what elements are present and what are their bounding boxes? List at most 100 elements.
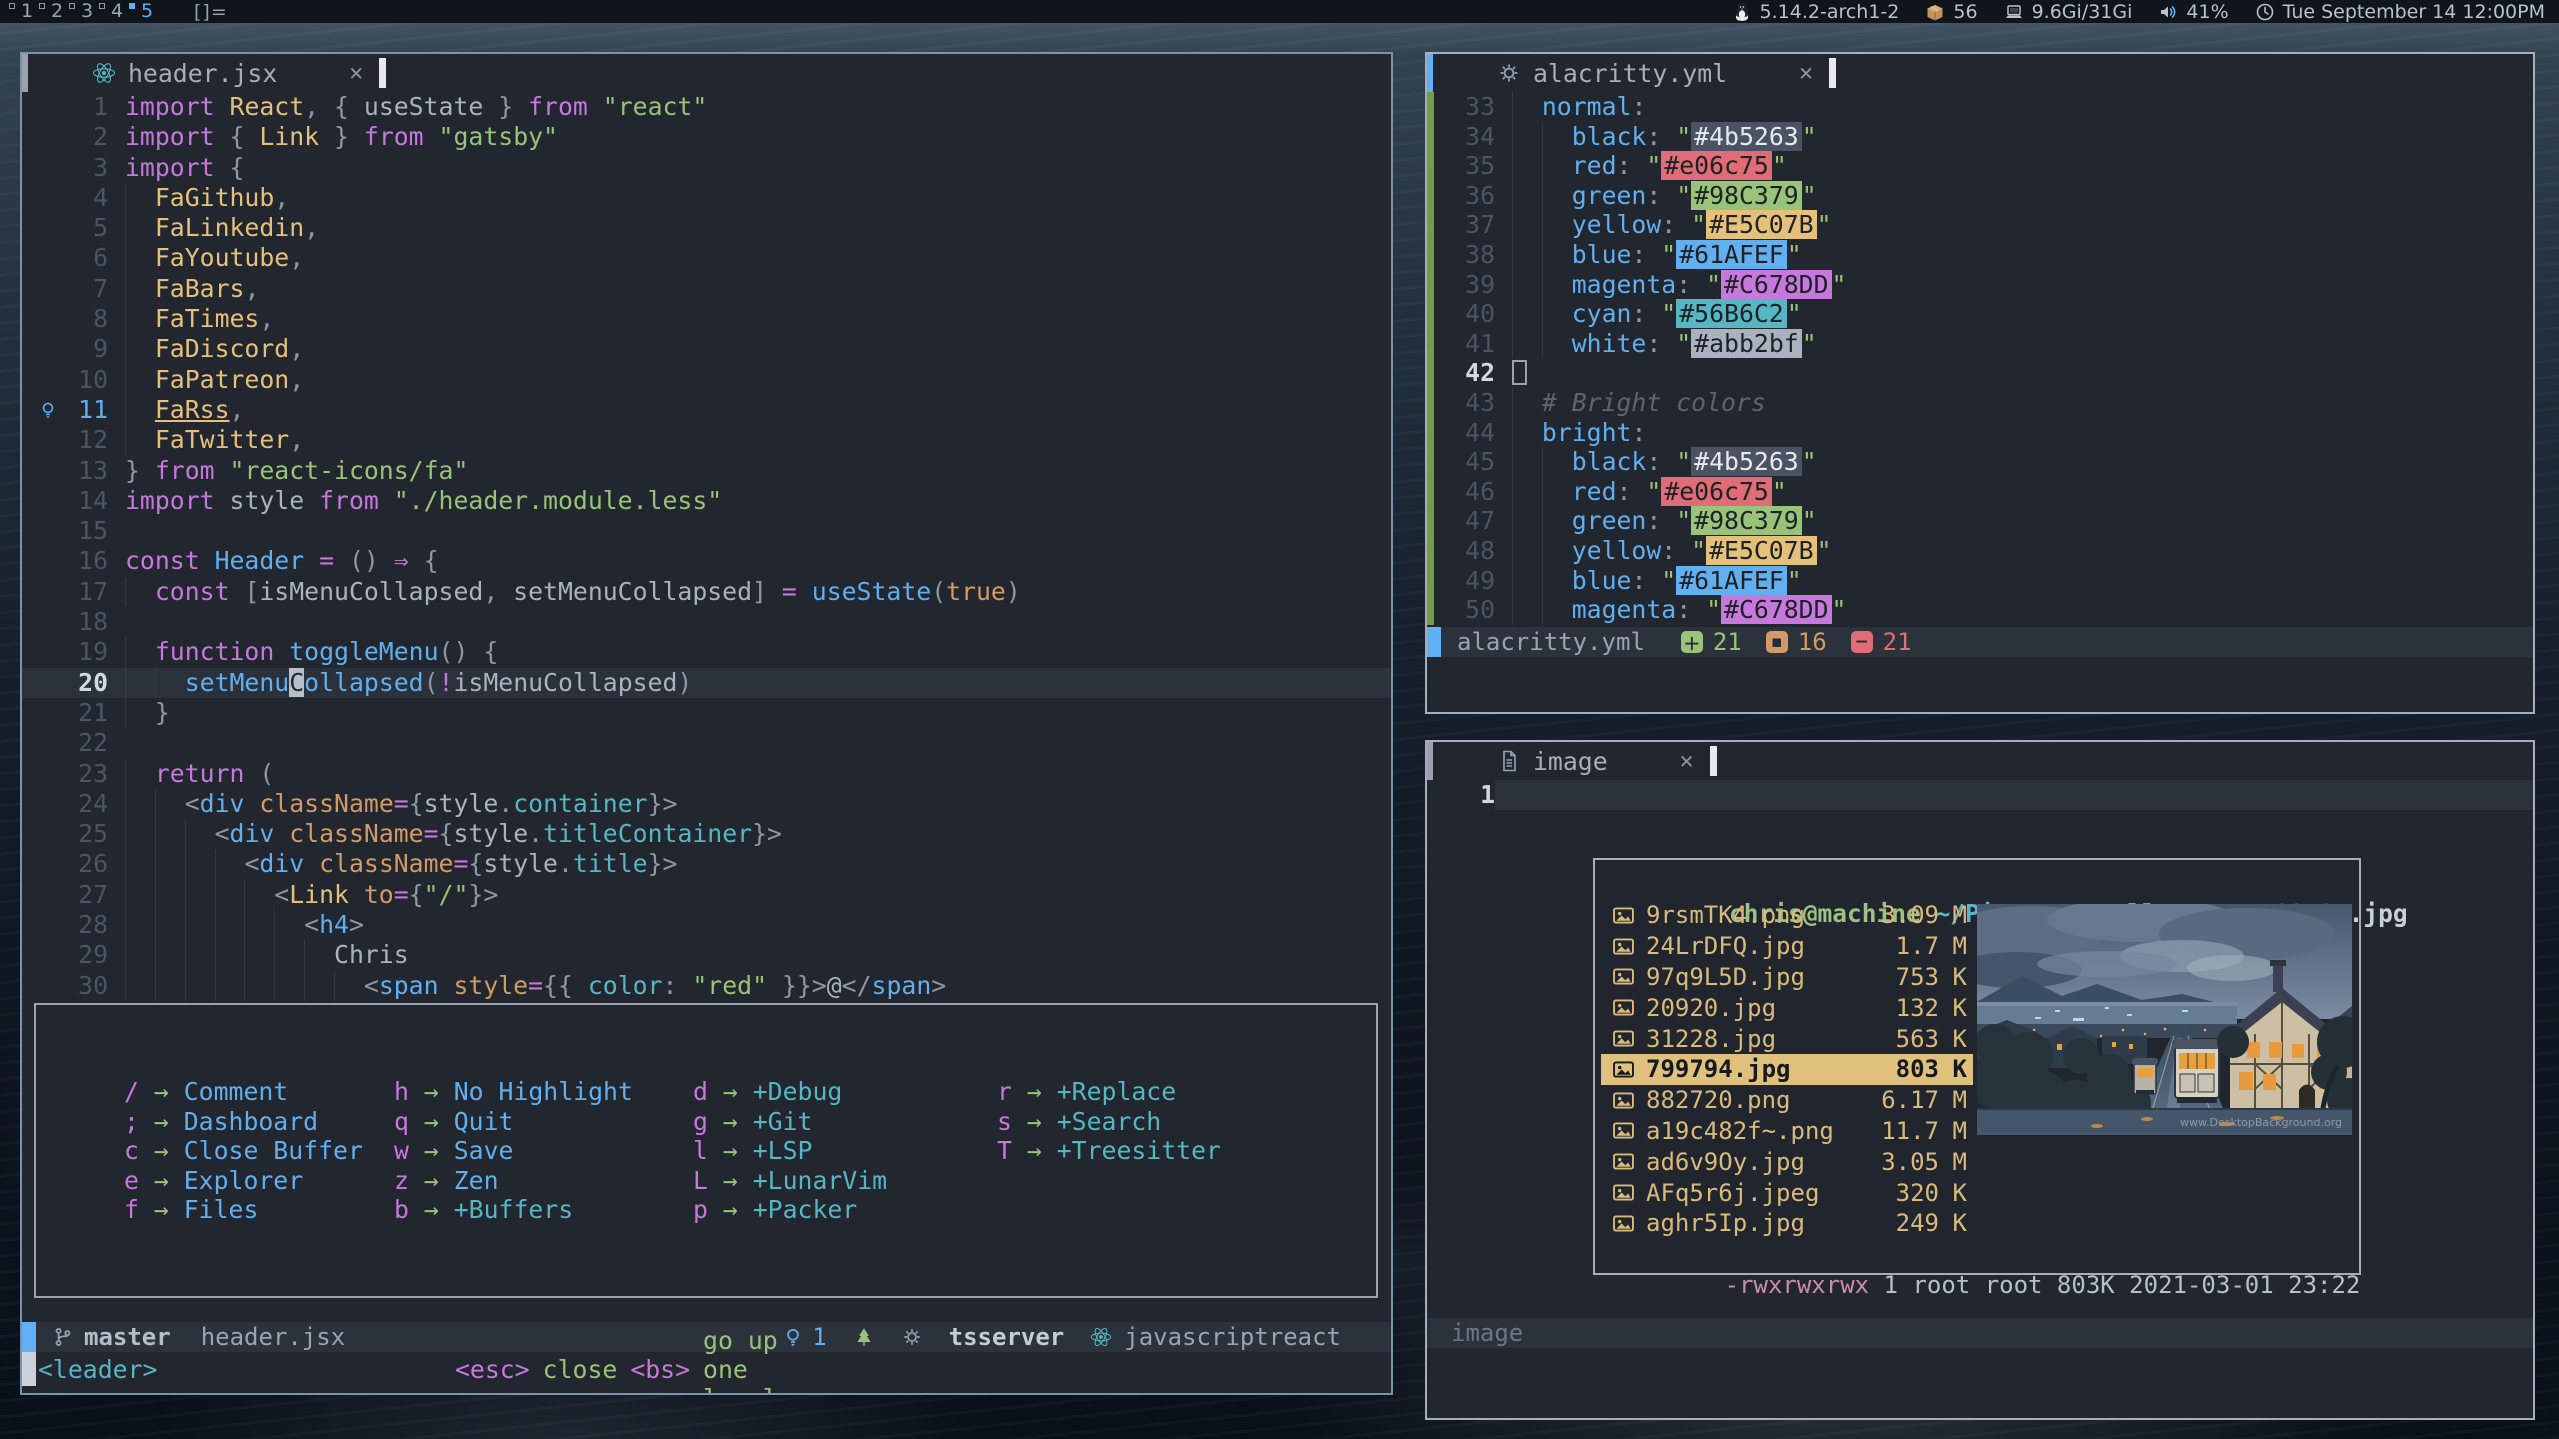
code-line[interactable]: 41white: "#abb2bf"	[1427, 329, 2533, 359]
whichkey-item[interactable]: g → +Git	[693, 1107, 997, 1137]
code-line[interactable]: 7FaBars,	[22, 274, 1391, 304]
editor-window-bottomright[interactable]: image ✕ 1 chris@machine ~/Pictures/wallp…	[1425, 740, 2535, 1420]
code-line[interactable]: 4FaGithub,	[22, 183, 1391, 213]
code-line[interactable]: 21}	[22, 698, 1391, 728]
tab-title[interactable]: alacritty.yml	[1533, 59, 1727, 88]
file-row[interactable]: AFq5r6j.jpeg320K	[1601, 1177, 1973, 1208]
code-line[interactable]: 35red: "#e06c75"	[1427, 151, 2533, 181]
whichkey-item[interactable]: s → +Search	[997, 1107, 1376, 1137]
whichkey-item[interactable]: l → +LSP	[693, 1136, 997, 1166]
whichkey-item[interactable]: w → Save	[394, 1136, 693, 1166]
code-line[interactable]: 3import {	[22, 153, 1391, 183]
close-icon[interactable]: ✕	[1799, 60, 1813, 86]
code-line[interactable]: 11FaRss,	[22, 395, 1391, 425]
code-line[interactable]: 30<span style={{ color: "red" }}>@</span…	[22, 971, 1391, 1001]
file-row[interactable]: aghr5Ip.jpg249K	[1601, 1208, 1973, 1239]
code-line[interactable]: 12FaTwitter,	[22, 425, 1391, 455]
whichkey-item[interactable]: h → No Highlight	[394, 1077, 693, 1107]
code-line[interactable]: 39magenta: "#C678DD"	[1427, 270, 2533, 300]
close-icon[interactable]: ✕	[1680, 748, 1694, 774]
code-line[interactable]: 42	[1427, 358, 2533, 388]
code-line[interactable]: 2import { Link } from "gatsby"	[22, 122, 1391, 152]
file-row[interactable]: 20920.jpg132K	[1601, 992, 1973, 1023]
code-line[interactable]: 18	[22, 607, 1391, 637]
file-row[interactable]: 799794.jpg803K	[1601, 1054, 1973, 1085]
whichkey-item[interactable]: / → Comment	[124, 1077, 394, 1107]
whichkey-item[interactable]: f → Files	[124, 1195, 394, 1225]
code-line[interactable]: 14import style from "./header.module.les…	[22, 486, 1391, 516]
code-line[interactable]: 34black: "#4b5263"	[1427, 122, 2533, 152]
whichkey-item[interactable]: r → +Replace	[997, 1077, 1376, 1107]
code-line[interactable]: 26<div className={style.title}>	[22, 849, 1391, 879]
workspace-button[interactable]: 3	[68, 0, 98, 23]
code-line[interactable]: 50magenta: "#C678DD"	[1427, 595, 2533, 625]
whichkey-item[interactable]: T → +Treesitter	[997, 1136, 1376, 1166]
code-line[interactable]: 10FaPatreon,	[22, 365, 1391, 395]
code-line[interactable]: 1import React, { useState } from "react"	[22, 92, 1391, 122]
whichkey-item[interactable]: p → +Packer	[693, 1195, 997, 1225]
whichkey-item[interactable]: b → +Buffers	[394, 1195, 693, 1225]
code-line[interactable]: 5FaLinkedin,	[22, 213, 1391, 243]
code-line[interactable]: 22	[22, 728, 1391, 758]
code-line[interactable]: 45black: "#4b5263"	[1427, 447, 2533, 477]
code-line[interactable]: 20setMenuCollapsed(!isMenuCollapsed)	[22, 668, 1391, 698]
sign-column	[1427, 418, 1437, 448]
file-row[interactable]: 9rsmTK4.png3.09M	[1601, 900, 1973, 931]
workspace-button[interactable]: 5	[128, 0, 158, 23]
workspace-indicator	[129, 3, 135, 9]
tab-title[interactable]: image	[1533, 747, 1608, 776]
code-line[interactable]: 38blue: "#61AFEF"	[1427, 240, 2533, 270]
code-line[interactable]: 15	[22, 516, 1391, 546]
code-line[interactable]: 27<Link to={"/"}>	[22, 880, 1391, 910]
whichkey-item[interactable]: z → Zen	[394, 1166, 693, 1196]
code-line[interactable]: 9FaDiscord,	[22, 334, 1391, 364]
file-row[interactable]: a19c482f~.png11.7M	[1601, 1116, 1973, 1147]
code-line[interactable]: 49blue: "#61AFEF"	[1427, 566, 2533, 596]
file-row[interactable]: 882720.png6.17M	[1601, 1085, 1973, 1116]
whichkey-item[interactable]: L → +LunarVim	[693, 1166, 997, 1196]
code-line[interactable]: 24<div className={style.container}>	[22, 789, 1391, 819]
editor-window-topright[interactable]: alacritty.yml ✕ 33normal:34black: "#4b52…	[1425, 52, 2535, 714]
code-area[interactable]: 1	[1427, 780, 2533, 810]
code-text: yellow: "#E5C07B"	[1495, 536, 2533, 566]
code-line[interactable]: 28<h4>	[22, 910, 1391, 940]
tab-title[interactable]: header.jsx	[128, 59, 277, 88]
file-row[interactable]: 31228.jpg563K	[1601, 1023, 1973, 1054]
code-line[interactable]: 23return (	[22, 759, 1391, 789]
code-line[interactable]: 48yellow: "#E5C07B"	[1427, 536, 2533, 566]
code-line[interactable]: 1	[1427, 780, 2533, 810]
code-line[interactable]: 16const Header = () ⇒ {	[22, 546, 1391, 576]
code-line[interactable]: 43# Bright colors	[1427, 388, 2533, 418]
code-line[interactable]: 37yellow: "#E5C07B"	[1427, 210, 2533, 240]
code-line[interactable]: 47green: "#98C379"	[1427, 506, 2533, 536]
workspace-button[interactable]: 1	[8, 0, 38, 23]
code-area[interactable]: 33normal:34black: "#4b5263"35red: "#e06c…	[1427, 92, 2533, 625]
file-row[interactable]: 24LrDFQ.jpg1.7M	[1601, 931, 1973, 962]
code-line[interactable]: 19function toggleMenu() {	[22, 637, 1391, 667]
workspace-button[interactable]: 4	[98, 0, 128, 23]
whichkey-item[interactable]: q → Quit	[394, 1107, 693, 1137]
close-icon[interactable]: ✕	[349, 60, 363, 86]
code-line[interactable]: 6FaYoutube,	[22, 243, 1391, 273]
code-line[interactable]: 33normal:	[1427, 92, 2533, 122]
code-line[interactable]: 8FaTimes,	[22, 304, 1391, 334]
code-line[interactable]: 46red: "#e06c75"	[1427, 477, 2533, 507]
file-row[interactable]: 97q9L5D.jpg753K	[1601, 962, 1973, 993]
workspace-button[interactable]: 2	[38, 0, 68, 23]
code-line[interactable]: 36green: "#98C379"	[1427, 181, 2533, 211]
code-line[interactable]: 44bright:	[1427, 418, 2533, 448]
whichkey-item[interactable]: e → Explorer	[124, 1166, 394, 1196]
whichkey-item[interactable]: d → +Debug	[693, 1077, 997, 1107]
code-line[interactable]: 29Chris	[22, 940, 1391, 970]
code-line[interactable]: 13} from "react-icons/fa"	[22, 456, 1391, 486]
code-area[interactable]: 1import React, { useState } from "react"…	[22, 92, 1391, 1001]
code-line[interactable]: 17const [isMenuCollapsed, setMenuCollaps…	[22, 577, 1391, 607]
editor-window-left[interactable]: header.jsx ✕ 1import React, { useState }…	[20, 52, 1393, 1395]
whichkey-item[interactable]: ; → Dashboard	[124, 1107, 394, 1137]
code-line[interactable]: 25<div className={style.titleContainer}>	[22, 819, 1391, 849]
whichkey-item[interactable]: c → Close Buffer	[124, 1136, 394, 1166]
file-list[interactable]: 9rsmTK4.png3.09M24LrDFQ.jpg1.7M97q9L5D.j…	[1601, 900, 1973, 1239]
file-row[interactable]: ad6v9Oy.jpg3.05M	[1601, 1146, 1973, 1177]
workspace-list[interactable]: 12345	[0, 0, 158, 23]
code-line[interactable]: 40cyan: "#56B6C2"	[1427, 299, 2533, 329]
